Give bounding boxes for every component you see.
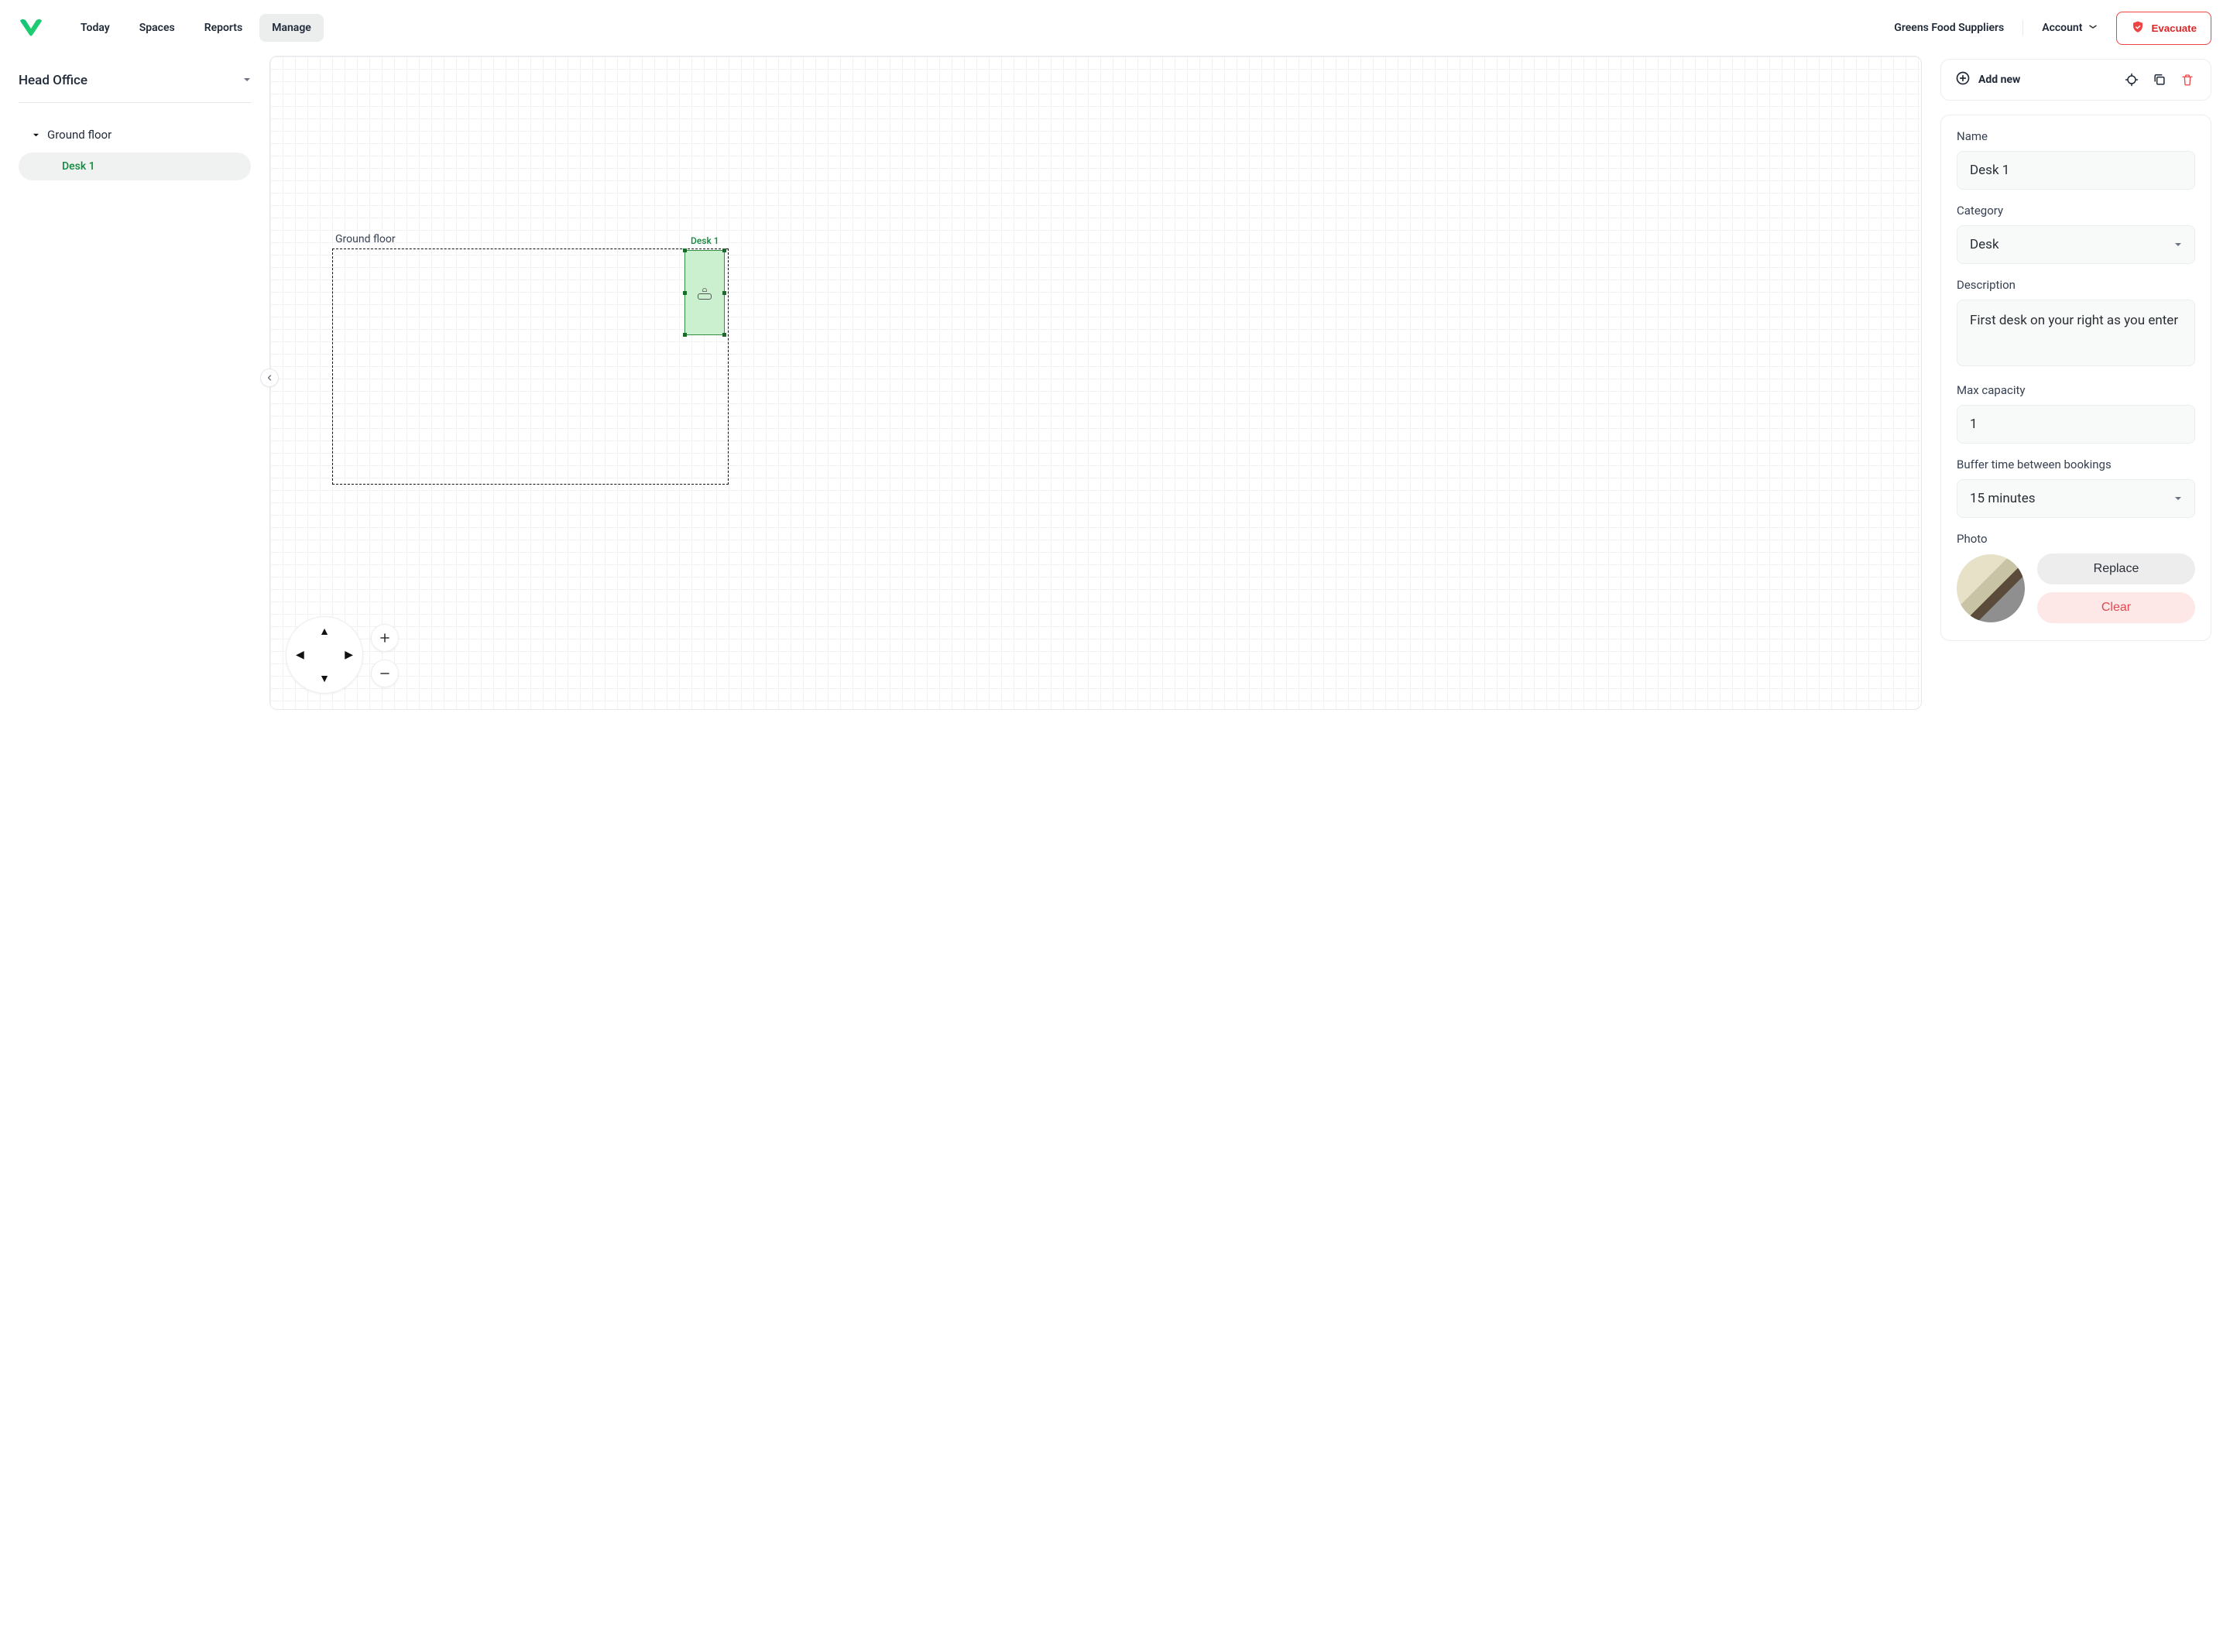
caret-down-icon xyxy=(2174,237,2182,252)
tree-node-ground-floor[interactable]: Ground floor xyxy=(19,122,251,148)
zoom-in-button[interactable] xyxy=(371,624,399,652)
resize-handle[interactable] xyxy=(683,248,687,252)
app-body: Head Office Ground floor Desk 1 Ground f… xyxy=(0,56,2230,1652)
buffer-select[interactable]: 15 minutes xyxy=(1957,479,2195,518)
location-dropdown[interactable]: Head Office xyxy=(19,73,251,103)
spaces-tree: Ground floor Desk 1 xyxy=(19,122,251,180)
description-textarea[interactable] xyxy=(1957,300,2195,366)
buffer-label: Buffer time between bookings xyxy=(1957,458,2195,471)
resize-handle[interactable] xyxy=(722,291,726,295)
evacuate-button[interactable]: Evacuate xyxy=(2116,12,2211,45)
resize-handle[interactable] xyxy=(683,291,687,295)
floor-outline[interactable] xyxy=(332,248,729,485)
nav-reports[interactable]: Reports xyxy=(192,14,256,42)
floorplan-canvas[interactable]: Ground floor Desk 1 ▲ ▼ ◀ ▶ xyxy=(269,56,1922,710)
resize-handle[interactable] xyxy=(722,248,726,252)
nav-today[interactable]: Today xyxy=(68,14,122,42)
delete-button[interactable] xyxy=(2178,70,2197,89)
add-new-label: Add new xyxy=(1978,74,2020,86)
field-photo: Photo Replace Clear xyxy=(1957,532,2195,623)
name-input[interactable] xyxy=(1957,151,2195,190)
description-label: Description xyxy=(1957,278,2195,292)
max-capacity-input[interactable] xyxy=(1957,405,2195,444)
nav-manage[interactable]: Manage xyxy=(259,14,324,42)
location-name: Head Office xyxy=(19,73,87,88)
caret-down-icon xyxy=(243,74,251,87)
category-value: Desk xyxy=(1970,237,1999,252)
category-select[interactable]: Desk xyxy=(1957,225,2195,264)
properties-panel: Name Category Desk Description Max capac… xyxy=(1940,115,2211,641)
field-buffer: Buffer time between bookings 15 minutes xyxy=(1957,458,2195,518)
pan-control[interactable]: ▲ ▼ ◀ ▶ xyxy=(286,616,363,694)
resize-handle[interactable] xyxy=(722,333,726,337)
nav-spaces[interactable]: Spaces xyxy=(127,14,187,42)
tree-node-label: Ground floor xyxy=(47,128,112,142)
floorplan-canvas-wrap: Ground floor Desk 1 ▲ ▼ ◀ ▶ xyxy=(269,56,1922,1633)
tree-leaf-label: Desk 1 xyxy=(62,160,95,173)
desk-icon xyxy=(698,288,712,299)
app-logo[interactable] xyxy=(19,18,43,38)
photo-replace-button[interactable]: Replace xyxy=(2037,554,2195,584)
duplicate-button[interactable] xyxy=(2150,70,2169,89)
caret-down-icon xyxy=(2174,491,2182,506)
account-label: Account xyxy=(2042,22,2082,34)
space-toolbar: Add new xyxy=(1940,59,2211,101)
arrow-down-icon[interactable]: ▼ xyxy=(319,672,330,685)
arrow-up-icon[interactable]: ▲ xyxy=(319,625,330,638)
name-label: Name xyxy=(1957,129,2195,143)
field-category: Category Desk xyxy=(1957,204,2195,264)
main-nav: Today Spaces Reports Manage xyxy=(68,14,324,42)
evacuate-label: Evacuate xyxy=(2151,22,2197,34)
shield-alert-icon xyxy=(2131,20,2145,36)
tree-leaf-desk-1[interactable]: Desk 1 xyxy=(19,153,251,180)
photo-clear-button[interactable]: Clear xyxy=(2037,592,2195,623)
field-description: Description xyxy=(1957,278,2195,369)
chevron-down-icon xyxy=(2088,23,2098,32)
zoom-control xyxy=(371,624,399,687)
canvas-floor-label: Ground floor xyxy=(335,233,396,245)
buffer-value: 15 minutes xyxy=(1970,491,2035,506)
photo-label: Photo xyxy=(1957,532,2195,546)
zoom-out-button[interactable] xyxy=(371,660,399,687)
caret-down-icon xyxy=(33,128,39,142)
header-divider xyxy=(2022,20,2023,36)
arrow-right-icon[interactable]: ▶ xyxy=(345,649,353,661)
header-right: Greens Food Suppliers Account Evacuate xyxy=(1894,12,2211,45)
collapse-sidebar-button[interactable] xyxy=(260,368,279,387)
sidebar: Head Office Ground floor Desk 1 xyxy=(19,56,251,1633)
resize-handle[interactable] xyxy=(683,333,687,337)
field-max-capacity: Max capacity xyxy=(1957,383,2195,444)
plus-circle-icon xyxy=(1955,70,1971,89)
photo-thumbnail[interactable] xyxy=(1957,554,2025,622)
arrow-left-icon[interactable]: ◀ xyxy=(296,649,304,661)
category-label: Category xyxy=(1957,204,2195,218)
field-name: Name xyxy=(1957,129,2195,190)
canvas-desk-label: Desk 1 xyxy=(691,235,719,246)
add-new-button[interactable]: Add new xyxy=(1955,70,2020,89)
max-capacity-label: Max capacity xyxy=(1957,383,2195,397)
org-name: Greens Food Suppliers xyxy=(1894,22,2004,34)
center-target-button[interactable] xyxy=(2122,70,2141,89)
account-menu[interactable]: Account xyxy=(2042,22,2098,34)
canvas-desk-shape[interactable] xyxy=(684,250,725,335)
app-header: Today Spaces Reports Manage Greens Food … xyxy=(0,0,2230,56)
properties-column: Add new Name xyxy=(1940,56,2211,1633)
